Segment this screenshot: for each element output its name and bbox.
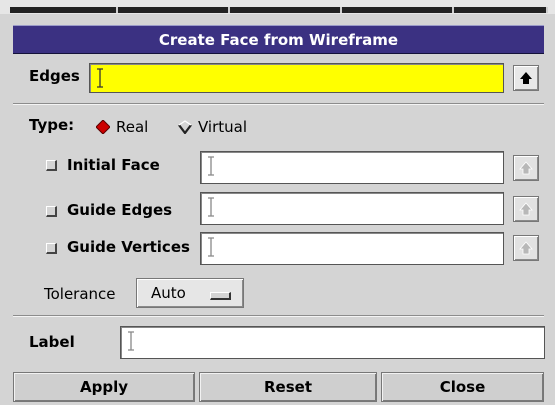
option-menu-indicator-icon: [210, 292, 231, 300]
text-cursor-icon: [208, 197, 214, 217]
tolerance-label: Tolerance: [44, 285, 116, 303]
edges-label: Edges: [29, 67, 80, 85]
tab-segment[interactable]: [118, 7, 230, 13]
separator: [13, 103, 544, 105]
guide-edges-checkbox[interactable]: [46, 206, 57, 217]
initial-face-label: Initial Face: [67, 156, 160, 174]
arrow-up-icon: [519, 241, 533, 255]
top-tab-strip: [0, 0, 555, 14]
text-cursor-icon: [208, 156, 214, 176]
dialog-title: Create Face from Wireframe: [13, 25, 544, 54]
guide-vertices-label: Guide Vertices: [67, 238, 190, 256]
text-cursor-icon: [97, 68, 103, 88]
radio-virtual-label: Virtual: [198, 118, 248, 136]
tab-segment[interactable]: [342, 7, 454, 13]
initial-face-input[interactable]: [200, 151, 504, 184]
label-field-label: Label: [29, 333, 75, 351]
radio-selected-icon: [96, 120, 110, 134]
radio-real[interactable]: Real: [96, 117, 171, 137]
text-cursor-icon: [208, 237, 214, 257]
edges-select-button[interactable]: [513, 65, 539, 91]
separator: [13, 315, 544, 317]
arrow-up-icon: [519, 202, 533, 216]
radio-virtual[interactable]: Virtual: [178, 117, 268, 137]
tolerance-value: Auto: [151, 284, 186, 302]
radio-real-label: Real: [116, 118, 149, 136]
text-cursor-icon: [128, 331, 134, 351]
initial-face-select-button[interactable]: [513, 155, 539, 181]
tab-segment[interactable]: [230, 7, 342, 13]
arrow-up-icon: [519, 161, 533, 175]
radio-unselected-icon: [178, 120, 192, 134]
apply-button[interactable]: Apply: [13, 372, 195, 402]
guide-vertices-checkbox[interactable]: [46, 243, 57, 254]
initial-face-checkbox[interactable]: [46, 160, 57, 171]
guide-vertices-input[interactable]: [200, 232, 504, 265]
tab-segment[interactable]: [454, 7, 548, 13]
arrow-up-icon: [520, 72, 532, 84]
edges-input[interactable]: [89, 63, 504, 93]
close-button[interactable]: Close: [381, 372, 544, 402]
tolerance-option-menu[interactable]: Auto: [136, 278, 244, 308]
guide-edges-label: Guide Edges: [67, 201, 173, 219]
guide-edges-select-button[interactable]: [513, 196, 539, 222]
reset-button[interactable]: Reset: [199, 372, 377, 402]
label-input[interactable]: [120, 326, 545, 359]
type-label: Type:: [29, 116, 75, 134]
guide-edges-input[interactable]: [200, 192, 504, 225]
tab-segment[interactable]: [10, 7, 118, 13]
guide-vertices-select-button[interactable]: [513, 235, 539, 261]
